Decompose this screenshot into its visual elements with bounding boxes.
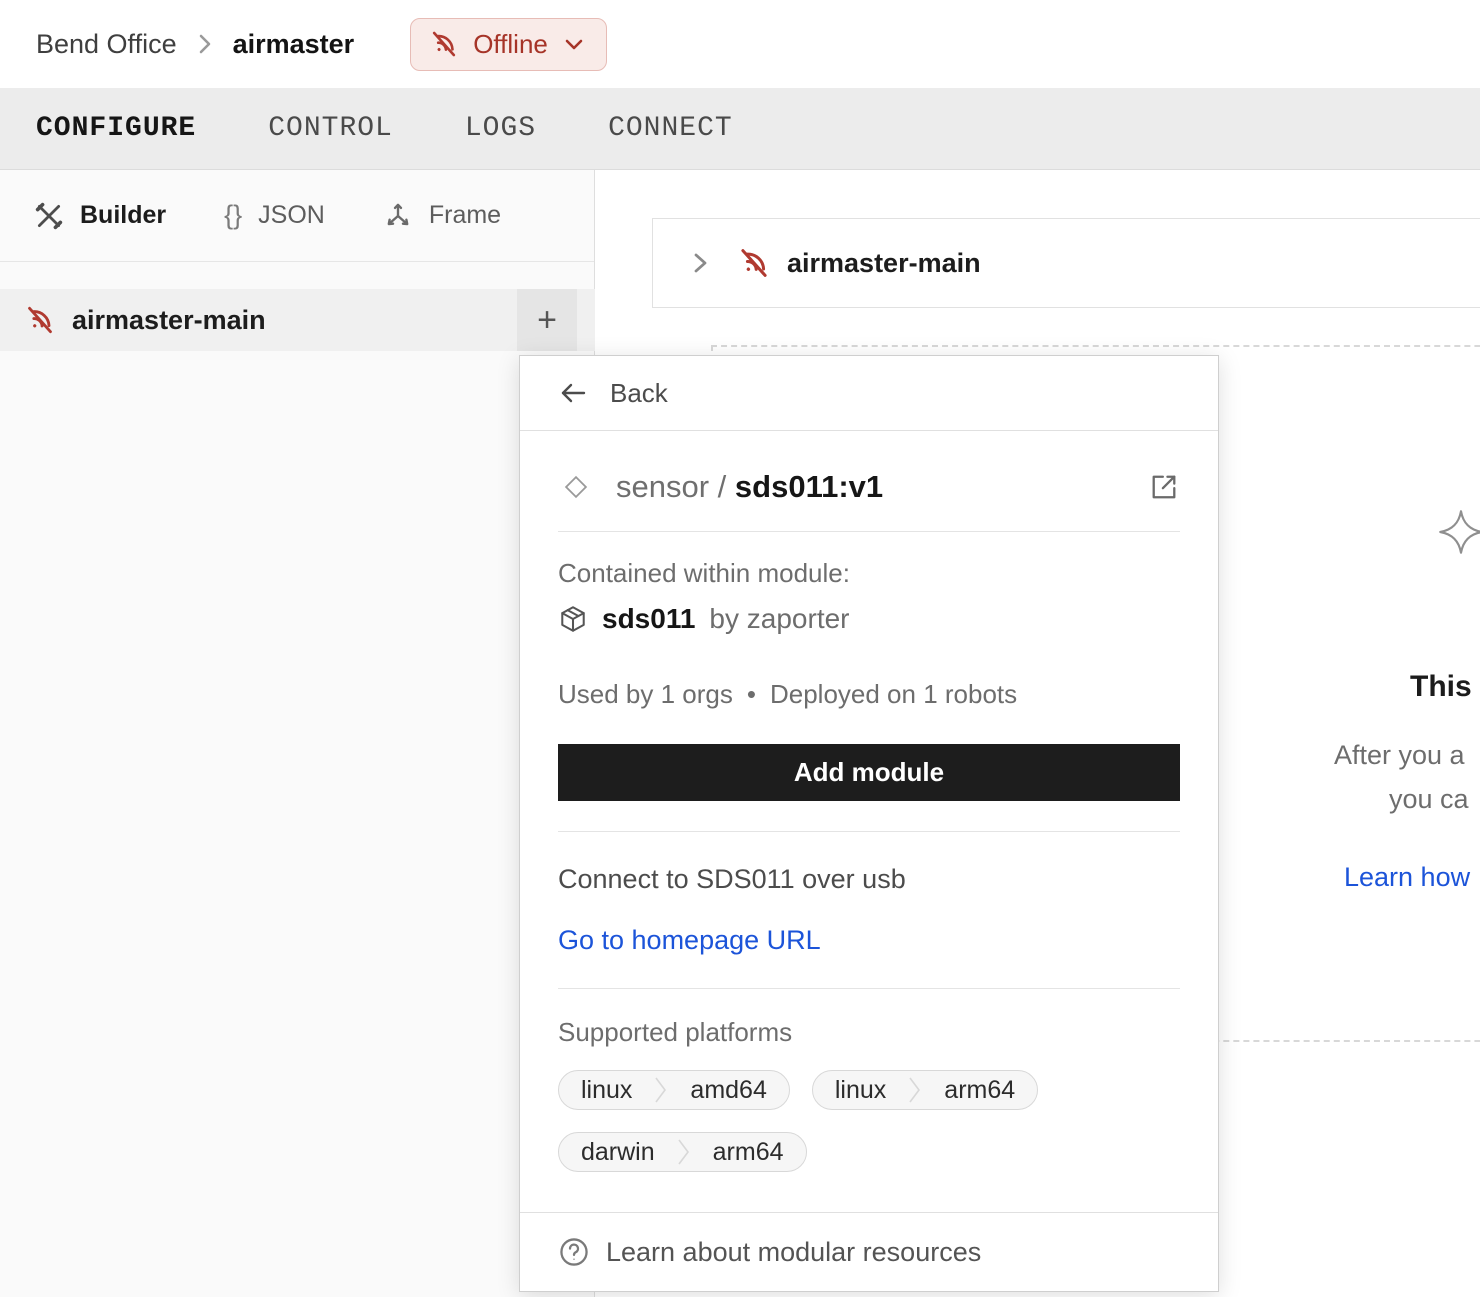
platform-os: linux (813, 1071, 908, 1109)
back-button[interactable]: Back (520, 356, 1218, 431)
platform-arch: amd64 (668, 1071, 788, 1109)
module-author: by zaporter (709, 603, 849, 635)
homepage-link[interactable]: Go to homepage URL (558, 925, 821, 956)
platform-os: linux (559, 1071, 654, 1109)
module-name: sds011 (602, 603, 695, 635)
usage-orgs: Used by 1 orgs (558, 679, 733, 710)
usage-robots: Deployed on 1 robots (770, 679, 1017, 710)
module-description: Connect to SDS011 over usb (558, 864, 1180, 895)
module-detail-popup: Back sensor / sds011:v1 Contained within… (519, 355, 1219, 1292)
modular-resources-label: Learn about modular resources (606, 1237, 981, 1268)
external-link-icon[interactable] (1148, 471, 1180, 503)
back-label: Back (610, 378, 668, 409)
builder-tools-icon (34, 201, 64, 231)
divider (558, 531, 1180, 532)
platform-arch: arm64 (922, 1071, 1037, 1109)
module-title: sensor / sds011:v1 (616, 469, 883, 505)
empty-state-text-line1: After you a (1334, 740, 1465, 771)
help-circle-icon (558, 1236, 590, 1268)
platform-pill: linux arm64 (812, 1070, 1038, 1110)
empty-state-learn-link[interactable]: Learn how (1344, 862, 1470, 893)
popup-body: sensor / sds011:v1 Contained within modu… (520, 431, 1218, 1212)
part-card-name: airmaster-main (787, 248, 981, 279)
breadcrumb-separator-icon (195, 32, 215, 56)
view-builder-label: Builder (80, 201, 166, 230)
status-label: Offline (473, 29, 548, 60)
machine-tabbar: CONFIGURE CONTROL LOGS CONNECT (0, 88, 1480, 170)
module-usage-stats: Used by 1 orgs • Deployed on 1 robots (558, 679, 1180, 710)
tab-connect[interactable]: CONNECT (608, 113, 733, 144)
view-builder[interactable]: Builder (34, 201, 166, 231)
chevron-down-icon (562, 32, 586, 56)
divider (558, 988, 1180, 989)
platform-os: darwin (559, 1133, 677, 1171)
add-module-button[interactable]: Add module (558, 744, 1180, 801)
network-off-icon (429, 29, 459, 59)
empty-state-text-line2: you ca (1389, 784, 1469, 815)
platform-pill: darwin arm64 (558, 1132, 807, 1172)
machine-status-dropdown[interactable]: Offline (410, 18, 607, 71)
breadcrumb-org[interactable]: Bend Office (36, 29, 177, 60)
usage-separator: • (747, 679, 756, 710)
view-json[interactable]: {} JSON (224, 200, 325, 231)
diamond-icon (558, 469, 594, 505)
sidebar-part-row[interactable]: airmaster-main + (0, 289, 595, 351)
platform-pill: linux amd64 (558, 1070, 790, 1110)
chevron-right-icon[interactable] (689, 250, 711, 276)
divider (558, 831, 1180, 832)
view-json-label: JSON (258, 201, 325, 230)
modular-resources-link[interactable]: Learn about modular resources (520, 1212, 1218, 1291)
pill-separator-icon (677, 1133, 691, 1171)
top-header: Bend Office airmaster Offline (0, 0, 1480, 88)
sparkle-icon (1437, 508, 1480, 556)
platforms-label: Supported platforms (558, 1017, 1180, 1048)
network-off-icon (24, 304, 56, 336)
tab-configure[interactable]: CONFIGURE (36, 113, 196, 144)
empty-state-heading: This (1410, 670, 1472, 704)
part-card[interactable]: airmaster-main (652, 218, 1480, 308)
module-title-row: sensor / sds011:v1 (558, 469, 1180, 505)
contained-label: Contained within module: (558, 558, 1180, 589)
package-icon (558, 604, 588, 634)
view-frame[interactable]: Frame (383, 201, 501, 231)
pill-separator-icon (908, 1071, 922, 1109)
frame-axes-icon (383, 201, 413, 231)
view-frame-label: Frame (429, 201, 501, 230)
platform-arch: arm64 (691, 1133, 806, 1171)
breadcrumb-machine: airmaster (233, 29, 355, 60)
pill-separator-icon (654, 1071, 668, 1109)
configure-sidebar: Builder {} JSON Frame (0, 170, 595, 1297)
sidebar-part-name: airmaster-main (72, 305, 266, 336)
tab-control[interactable]: CONTROL (268, 113, 393, 144)
arrow-left-icon (558, 380, 588, 406)
platform-pill-list: linux amd64 linux arm64 darwin arm64 (558, 1070, 1078, 1172)
module-line: sds011 by zaporter (558, 603, 1180, 635)
add-component-button[interactable]: + (517, 289, 577, 351)
configure-view-switcher: Builder {} JSON Frame (0, 170, 594, 262)
braces-icon: {} (224, 200, 242, 231)
tab-logs[interactable]: LOGS (465, 113, 536, 144)
network-off-icon (737, 246, 771, 280)
